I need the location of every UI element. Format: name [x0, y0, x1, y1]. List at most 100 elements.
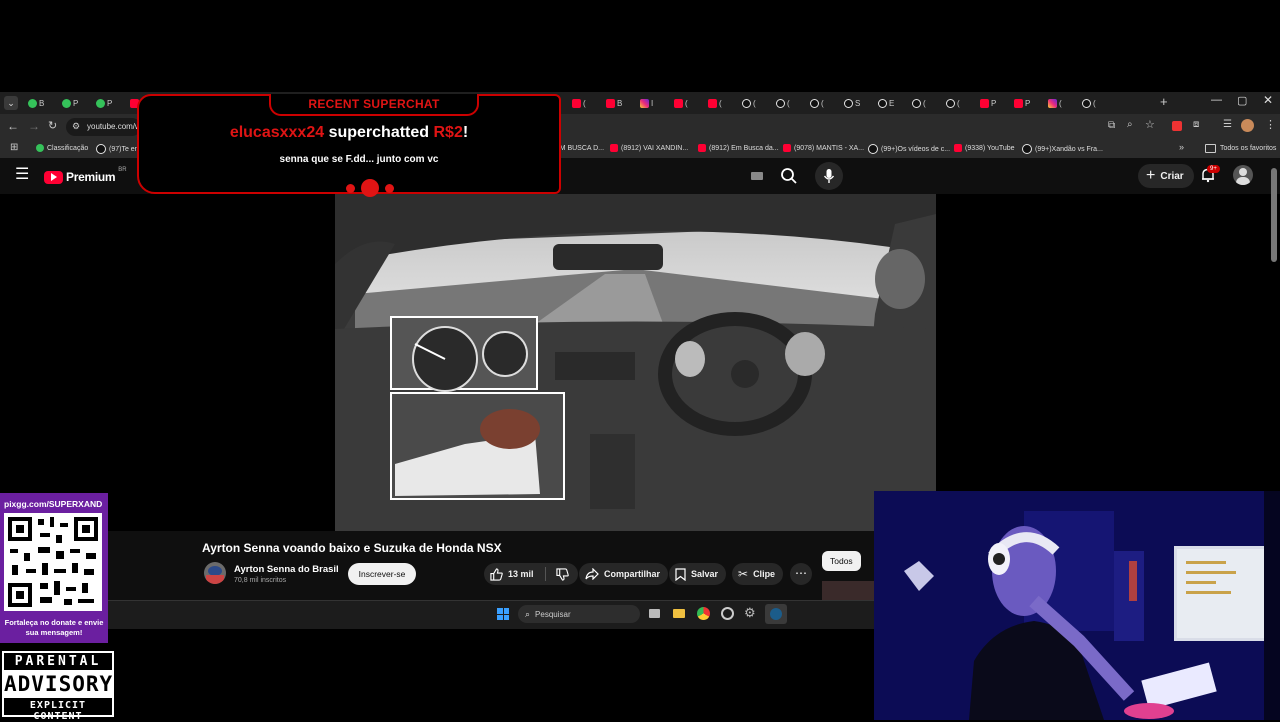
tab-favicon-icon	[878, 98, 887, 108]
tab-title: P	[1025, 98, 1031, 108]
tab-title: I	[651, 98, 654, 108]
browser-menu-icon[interactable]: ⋮	[1265, 118, 1276, 131]
task-view-icon[interactable]	[649, 609, 660, 618]
install-icon[interactable]: ⧉	[1108, 120, 1115, 131]
browser-tab[interactable]: P	[62, 95, 88, 111]
reload-icon[interactable]: ↻	[48, 119, 57, 132]
pix-donation-panel: pixgg.com/SUPERXAND Fortaleça no donate …	[0, 493, 108, 643]
save-button[interactable]: Salvar	[669, 563, 727, 585]
clip-label: Clipe	[753, 569, 776, 579]
tab-title: E	[889, 98, 895, 108]
browser-tab[interactable]: E	[878, 95, 904, 111]
extensions-icon[interactable]: ⧈	[1193, 119, 1199, 130]
channel-name[interactable]: Ayrton Senna do Brasil	[234, 564, 339, 575]
url-field[interactable]: ⚙ youtube.com/w	[66, 118, 141, 136]
browser-tab[interactable]: S	[844, 95, 870, 111]
bookmark-item[interactable]: (8912) VAI XANDIN...	[610, 144, 688, 152]
taskbar-search[interactable]: ⌕ Pesquisar	[518, 605, 640, 623]
bookmark-favicon-icon	[954, 144, 962, 152]
video-player[interactable]	[335, 194, 936, 531]
bookmark-item[interactable]: (99+)Os vídeos de c...	[868, 144, 950, 154]
settings-gear-icon[interactable]: ⚙	[744, 605, 756, 621]
thumbs-up-icon	[490, 567, 503, 581]
bookmark-favicon-icon	[868, 144, 878, 154]
minimize-button[interactable]: —	[1211, 94, 1222, 106]
url-text: youtube.com/w	[87, 122, 141, 131]
site-info-icon[interactable]: ⚙	[72, 121, 80, 132]
profile-avatar[interactable]	[1241, 119, 1254, 132]
bookmark-icon	[675, 567, 686, 581]
browser-tab[interactable]: P	[96, 95, 122, 111]
voice-search-button[interactable]	[815, 162, 843, 190]
chrome-icon[interactable]	[697, 607, 710, 620]
browser-tab[interactable]: (	[912, 95, 938, 111]
all-bookmarks-link[interactable]: Todos os favoritos	[1205, 144, 1276, 153]
tab-favicon-icon	[980, 98, 989, 108]
steam-icon[interactable]	[765, 604, 787, 624]
superchat-exclamation: !	[462, 124, 469, 141]
tab-favicon-icon	[1048, 98, 1057, 108]
browser-tab[interactable]: (	[810, 95, 836, 111]
tab-favicon-icon	[844, 98, 853, 108]
browser-tab[interactable]: (	[776, 95, 802, 111]
all-bookmarks-label: Todos os favoritos	[1220, 145, 1277, 152]
youtube-logo[interactable]: Premium BR	[44, 167, 127, 184]
clip-button[interactable]: ✂ Clipe	[732, 563, 784, 585]
browser-tab[interactable]: (	[708, 95, 734, 111]
browser-tab[interactable]: (	[1048, 95, 1074, 111]
bookmark-item[interactable]: (99+)Xandão vs Fra...	[1022, 144, 1103, 154]
more-bookmarks-icon[interactable]: »	[1179, 142, 1184, 152]
browser-tab[interactable]: I	[640, 95, 666, 111]
new-tab-button[interactable]: +	[1160, 94, 1168, 109]
back-icon[interactable]: ←	[7, 119, 19, 133]
superchat-overlay: RECENT SUPERCHAT elucasxxx24 superchatte…	[137, 94, 561, 197]
page-scrollbar[interactable]	[1271, 168, 1277, 262]
subscribe-button[interactable]: Inscrever-se	[348, 563, 416, 585]
tab-favicon-icon	[946, 98, 955, 108]
browser-tab[interactable]: (	[572, 95, 598, 111]
keyboard-icon[interactable]	[751, 172, 763, 180]
bookmark-item[interactable]: (9078) MANTIS - XA...	[783, 144, 864, 152]
browser-tab[interactable]: P	[980, 95, 1006, 111]
bookmark-item[interactable]: (8912) Em Busca da...	[698, 144, 779, 152]
apps-grid-icon[interactable]: ⊞	[10, 142, 18, 153]
tab-favicon-icon	[708, 98, 717, 108]
forward-icon[interactable]: →	[28, 119, 40, 133]
file-explorer-icon[interactable]	[673, 609, 685, 618]
superchat-header-tab: RECENT SUPERCHAT	[269, 94, 479, 116]
bookmark-label: Classificação	[47, 144, 89, 152]
bookmark-item[interactable]: (9338) YouTube	[954, 144, 1015, 152]
advisory-line3: EXPLICIT CONTENT	[29, 700, 87, 722]
dislike-button[interactable]	[551, 567, 569, 581]
browser-tab[interactable]: (	[742, 95, 768, 111]
tab-favicon-icon	[62, 98, 71, 108]
browser-tab[interactable]: B	[606, 95, 632, 111]
browser-tab[interactable]: (	[946, 95, 972, 111]
hamburger-menu-icon[interactable]: ☰	[15, 167, 29, 183]
like-button[interactable]: 13 mil	[484, 567, 534, 581]
maximize-button[interactable]: ▢	[1237, 94, 1247, 107]
sidebar-icon[interactable]: ☰	[1223, 119, 1232, 130]
zoom-icon[interactable]: ⌕	[1127, 119, 1133, 130]
browser-tab[interactable]: B	[28, 95, 54, 111]
tab-list-chevron-icon[interactable]: ⌄	[4, 96, 18, 110]
more-actions-button[interactable]: ⋯	[790, 563, 812, 585]
browser-tab[interactable]: P	[1014, 95, 1040, 111]
browser-tab[interactable]: (	[674, 95, 700, 111]
bookmark-item[interactable]: Classificação	[36, 144, 88, 152]
bookmark-item[interactable]: (97)Te ens	[96, 144, 142, 154]
account-avatar[interactable]	[1233, 165, 1253, 185]
browser-tab[interactable]: (	[1082, 95, 1108, 111]
bookmark-star-icon[interactable]: ☆	[1145, 118, 1155, 131]
channel-avatar[interactable]	[204, 562, 226, 584]
like-count: 13 mil	[508, 569, 534, 579]
windows-start-icon[interactable]	[497, 608, 509, 620]
superchat-user: elucasxxx24	[229, 124, 325, 141]
share-button[interactable]: Compartilhar	[579, 563, 669, 585]
chip-all[interactable]: Todos	[822, 551, 861, 571]
search-icon[interactable]	[780, 167, 798, 185]
extension-red-icon[interactable]	[1172, 121, 1182, 131]
app-icon[interactable]	[721, 607, 734, 620]
create-button[interactable]: + Criar	[1138, 164, 1194, 188]
close-window-button[interactable]: ✕	[1263, 93, 1273, 107]
